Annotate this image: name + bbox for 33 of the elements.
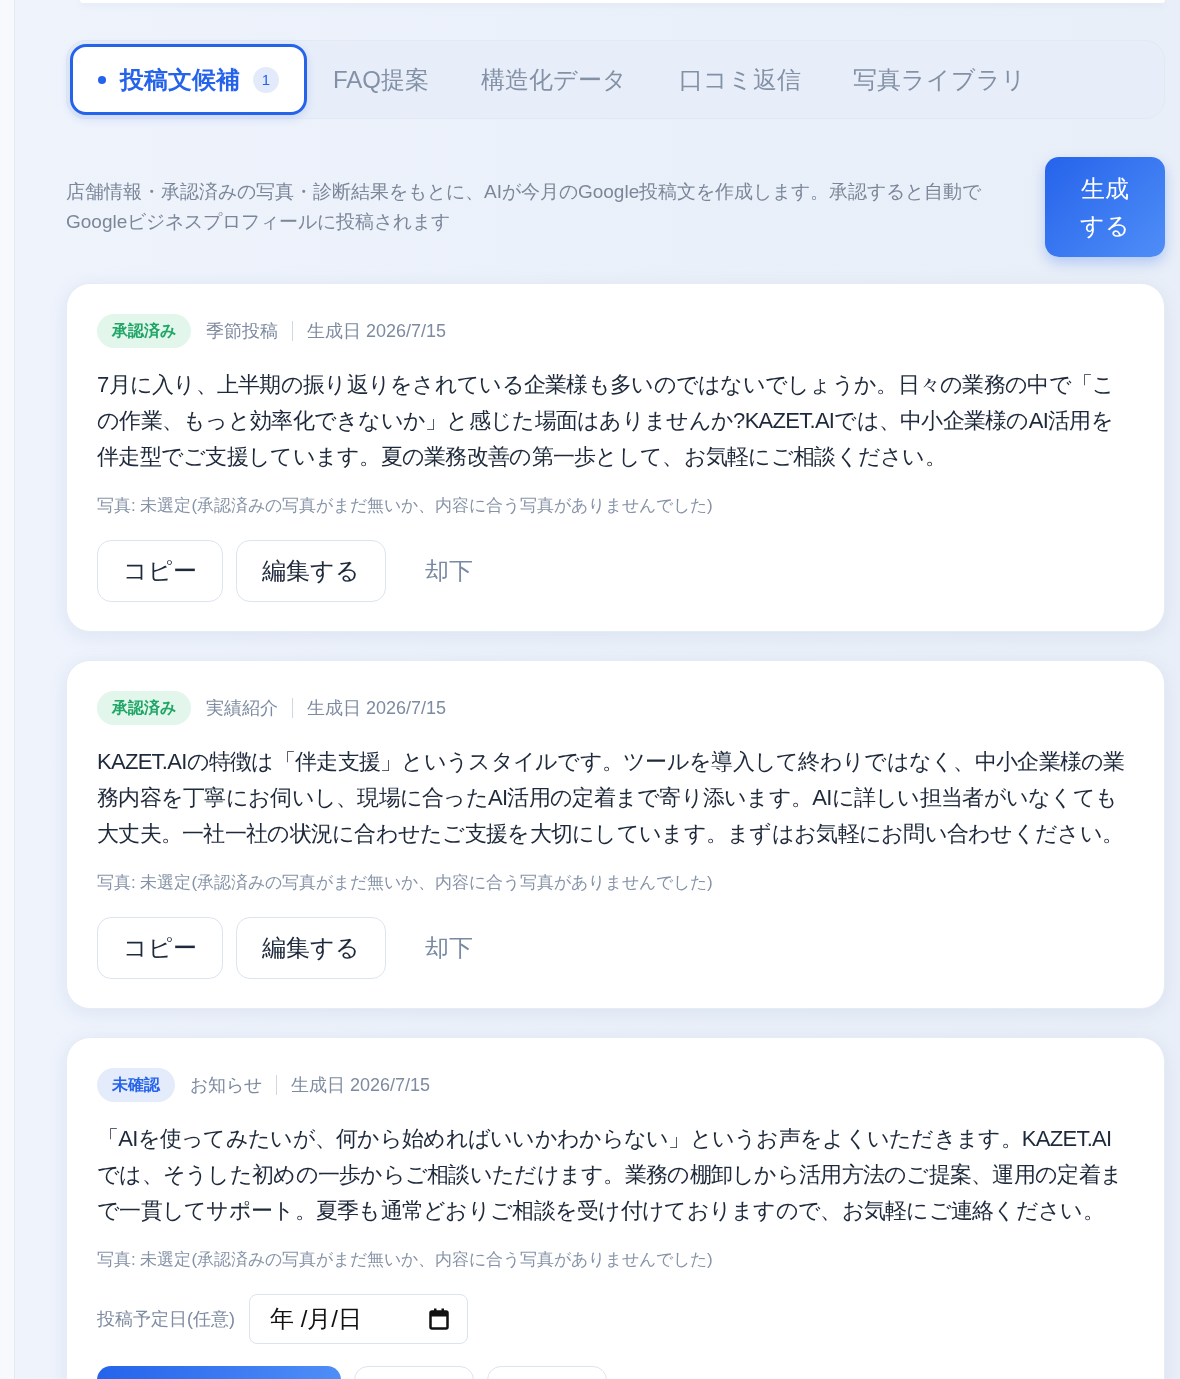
status-badge: 承認済み [97,314,191,348]
tab[interactable]: 投稿文候補 1 [70,44,307,115]
photo-note: 写真: 未選定(承認済みの写真がまだ無いか、内容に合う写真がありませんでした) [97,872,714,894]
tab[interactable]: FAQ提案 [307,44,455,115]
tab[interactable]: 構造化データ [455,44,653,115]
status-badge: 承認済み [97,691,191,725]
tab[interactable]: 口コミ返信 [653,44,827,115]
count-badge: 1 [253,66,279,93]
action-button[interactable]: 却下 [399,540,499,602]
photo-note: 写真: 未選定(承認済みの写真がまだ無いか、内容に合う写真がありませんでした) [97,495,714,517]
post-text: 「AIを使ってみたいが、何から始めればいいかわからない」というお声をよくいただきます。KAZET.AIでは、そうした初めの一歩からご相談いただけます。業務の棚卸しから活用方法のご提案、運用の定着まで一貫してサポート。夏季も通常どおりご相談を受け付けておりますので、お気軽にご連絡ください。 [97,1125,1124,1225]
action-button[interactable]: コピー [97,917,223,979]
action-button[interactable]: 編集する [236,917,386,979]
action-button[interactable]: 編集する [236,540,386,602]
calendar-icon[interactable] [429,1308,449,1330]
status-badge: 未確認 [97,1068,175,1102]
generate-button[interactable]: 生成する [1045,157,1165,257]
description-text: 店舗情報・承認済みの写真・診断結果をもとに、AIが今月のGoogle投稿文を作成します。承認すると自動でGoogleビジネスプロフィールに投稿されます [66,180,983,234]
category-label: 季節投稿 [206,320,278,343]
date-field[interactable]: 年 /月/日 [249,1294,468,1344]
generated-date: 生成日 2026/7/15 [291,1074,431,1097]
post-text: 7月に入り、上半期の振り返りをされている企業様も多いのではないでしょうか。日々の業務の中で「この作業、もっと効率化できないか」と感じた場面はありませんか?KAZET.AIでは、中小企業様のAI活用を伴走型でご支援しています。夏の業務改善の第一歩として、お気軽にご相談ください。 [97,371,1116,471]
schedule-label: 投稿予定日(任意) [97,1308,235,1331]
action-button[interactable]: コピー [97,540,223,602]
action-button[interactable]: 却下 [399,917,499,979]
photo-note: 写真: 未選定(承認済みの写真がまだ無いか、内容に合う写真がありませんでした) [97,1249,714,1271]
category-label: お知らせ [190,1074,262,1097]
generated-date: 生成日 2026/7/15 [307,320,447,343]
tab[interactable]: 写真ライブラリ [827,44,1052,115]
generated-date: 生成日 2026/7/15 [307,697,447,720]
post-text: KAZET.AIの特徴は「伴走支援」というスタイルです。ツールを導入して終わりではなく、中小企業様の業務内容を丁寧にお伺いし、現場に合ったAI活用の定着まで寄り添います。AIに詳しい担当者がいなくても大丈夫。一社一社の状況に合わせたご支援を大切にしています。まずはお気軽にお問い合わせください。 [97,748,1126,848]
dot-icon [98,75,106,84]
category-label: 実績紹介 [206,697,278,720]
